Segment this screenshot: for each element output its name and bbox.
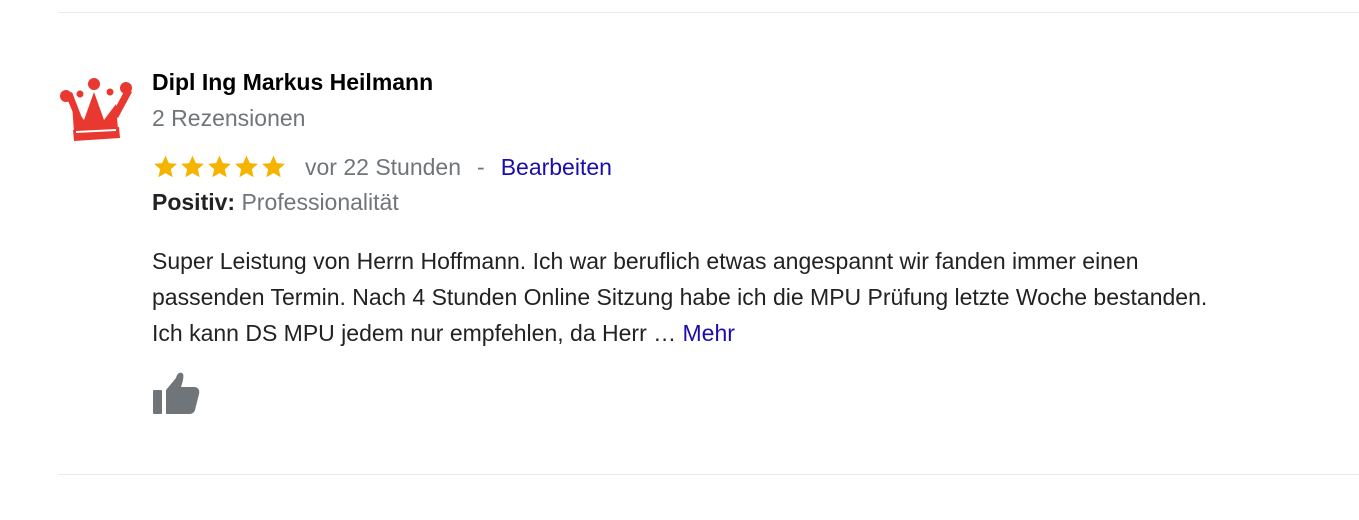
bottom-divider: [58, 474, 1359, 475]
positive-value: Professionalität: [241, 189, 399, 215]
review-text-line-content: Ich kann DS MPU jedem nur empfehlen, da …: [152, 320, 677, 346]
positive-attributes: Positiv: Professionalität: [152, 189, 399, 216]
star-icon: [235, 155, 258, 178]
star-icon: [262, 155, 285, 178]
review-text-line: passenden Termin. Nach 4 Stunden Online …: [152, 284, 1208, 310]
thumbs-up-icon: [153, 372, 200, 414]
positive-label: Positiv:: [152, 189, 236, 215]
star-icon: [208, 155, 231, 178]
more-link[interactable]: Mehr: [683, 320, 735, 346]
star-rating: [152, 154, 287, 180]
edit-link[interactable]: Bearbeiten: [501, 154, 612, 181]
like-button[interactable]: [150, 370, 202, 416]
rating-row: vor 22 Stunden - Bearbeiten: [152, 152, 612, 182]
star-icon: [181, 155, 204, 178]
star-icon: [154, 155, 177, 178]
review-time: vor 22 Stunden: [305, 153, 462, 180]
reviewer-name[interactable]: Dipl Ing Markus Heilmann: [152, 69, 433, 96]
crown-icon: [60, 78, 132, 141]
review-text-line-last: Ich kann DS MPU jedem nur empfehlen, da …: [152, 315, 1352, 351]
top-divider: [58, 12, 1359, 13]
separator: -: [477, 153, 485, 180]
review-count[interactable]: 2 Rezensionen: [152, 105, 305, 132]
review-text: Super Leistung von Herrn Hoffmann. Ich w…: [152, 243, 1352, 351]
reviewer-avatar[interactable]: [58, 74, 134, 144]
review-text-line: Super Leistung von Herrn Hoffmann. Ich w…: [152, 248, 1139, 274]
